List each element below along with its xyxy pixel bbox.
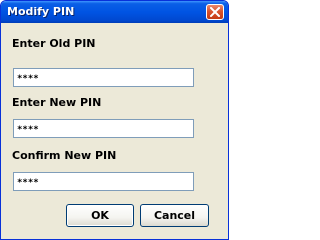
close-icon xyxy=(210,7,220,17)
old-pin-input[interactable] xyxy=(13,68,194,87)
confirm-pin-input[interactable] xyxy=(13,172,194,191)
confirm-pin-label: Confirm New PIN xyxy=(12,149,117,162)
new-pin-input[interactable] xyxy=(13,119,194,138)
cancel-button[interactable]: Cancel xyxy=(140,204,209,227)
window-title: Modify PIN xyxy=(7,5,75,18)
modify-pin-dialog: Modify PIN Enter Old PIN Enter New PIN C… xyxy=(0,0,229,240)
ok-button[interactable]: OK xyxy=(66,204,134,227)
old-pin-label: Enter Old PIN xyxy=(12,37,96,50)
close-button[interactable] xyxy=(206,4,224,20)
new-pin-label: Enter New PIN xyxy=(12,96,102,109)
title-bar[interactable]: Modify PIN xyxy=(1,1,228,23)
